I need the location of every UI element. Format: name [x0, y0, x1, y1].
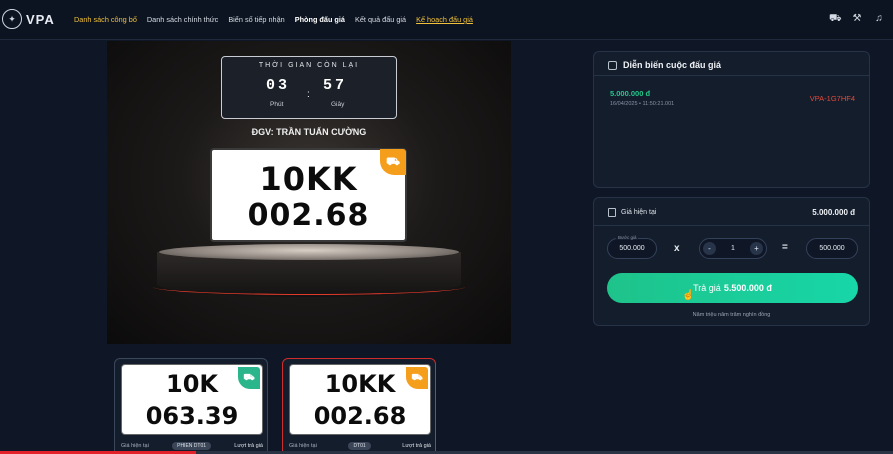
license-plate: 10K 063.39 ⛟ — [121, 364, 263, 435]
lot-card-active[interactable]: 10KK 002.68 ⛟ Giá hiện tại DT01 Lượt trả… — [282, 358, 436, 454]
plate-line1: 10KK — [259, 160, 358, 198]
history-time: 16/04/2025 • 11:50:21.001 — [610, 101, 675, 107]
car-icon: ⛟ — [238, 367, 260, 389]
logo[interactable]: ✦ VPA — [2, 9, 55, 29]
lot-card[interactable]: 10K 063.39 ⛟ Giá hiện tại PHIEN DT01 Lượ… — [114, 358, 268, 454]
lot-bids-link[interactable]: Lượt trả giá — [402, 443, 431, 449]
menu-auction-room[interactable]: Phòng đấu giá — [295, 15, 345, 24]
decrement-button[interactable]: - — [703, 242, 716, 255]
menu-official-list[interactable]: Danh sách chính thức — [147, 15, 218, 24]
divider — [594, 75, 869, 76]
truck-icon: ⛟ — [406, 367, 428, 389]
bell-icon[interactable]: ♫ — [873, 13, 885, 25]
bid-history-title: Diễn biến cuộc đấu giá — [623, 60, 722, 70]
logo-emblem-icon: ✦ — [2, 9, 22, 29]
plate-line2: 002.68 — [313, 402, 407, 430]
timer-title: THỜI GIAN CÒN LẠI — [258, 62, 360, 69]
timer-seconds: 57 — [323, 77, 348, 94]
lot-footer: Giá hiện tại PHIEN DT01 Lượt trả giá — [121, 442, 263, 450]
document-icon — [608, 208, 616, 217]
logo-text: VPA — [26, 11, 55, 27]
cart-icon[interactable]: ⛟ — [829, 13, 842, 25]
bid-step-label: Bước giá — [616, 235, 639, 240]
history-user: VPA-1G7HF4 — [809, 94, 855, 103]
truck-icon: ⛟ — [380, 149, 406, 175]
podium-glow — [153, 279, 465, 295]
bid-history-panel: Diễn biến cuộc đấu giá 5.000.000 đ 16/04… — [593, 51, 870, 188]
bid-step-field: 500.000 — [607, 238, 657, 259]
lot-price-label: Giá hiện tại — [289, 443, 317, 449]
equals-sign: = — [782, 242, 788, 253]
lot-price-label: Giá hiện tại — [121, 443, 149, 449]
current-price-label: Giá hiện tại — [621, 209, 657, 216]
history-price: 5.000.000 đ — [610, 89, 651, 98]
divider — [594, 225, 869, 226]
multiply-sign: x — [674, 243, 680, 254]
countdown-timer: THỜI GIAN CÒN LẠI 03 : 57 Phút Giây — [221, 56, 397, 119]
menu-auction-plan[interactable]: Kế hoạch đấu giá — [416, 15, 473, 24]
auctioneer-name: ĐGV: TRẦN TUẤN CƯỜNG — [251, 127, 367, 137]
menu-auction-results[interactable]: Kết quả đấu giá — [355, 15, 406, 24]
timer-separator: : — [307, 89, 310, 100]
license-plate: 10KK 002.68 ⛟ — [289, 364, 431, 435]
lot-footer: Giá hiện tại DT01 Lượt trả giá — [289, 442, 431, 450]
current-price-value: 5.000.000 đ — [812, 208, 855, 217]
bid-total-field: 500.000 — [806, 238, 858, 259]
gavel-icon[interactable]: ⚒ — [851, 13, 863, 25]
lot-bids-link[interactable]: Lượt trả giá — [234, 443, 263, 449]
chart-icon — [608, 61, 617, 70]
bid-panel: Giá hiện tại 5.000.000 đ 500.000 Bước gi… — [593, 197, 870, 326]
top-navbar: ✦ VPA Danh sách công bố Danh sách chính … — [0, 0, 893, 40]
place-bid-button[interactable]: Trả giá 5.500.000 đ — [607, 273, 858, 303]
podium-top — [159, 244, 459, 260]
menu-received-plates[interactable]: Biển số tiếp nhận — [228, 15, 284, 24]
menu-published-list[interactable]: Danh sách công bố — [74, 15, 137, 24]
timer-minutes-label: Phút — [270, 101, 284, 108]
hand-cursor-icon: ☝ — [682, 290, 695, 301]
increment-button[interactable]: + — [750, 242, 763, 255]
lot-session-tag: DT01 — [348, 442, 371, 450]
plate-line2: 063.39 — [145, 402, 239, 430]
nav-icons: ⛟ ⚒ ♫ — [829, 13, 885, 25]
auction-stage: THỜI GIAN CÒN LẠI 03 : 57 Phút Giây ĐGV:… — [107, 41, 511, 344]
lot-session-tag: PHIEN DT01 — [172, 442, 212, 450]
place-bid-amount: 5.500.000 đ — [723, 283, 772, 293]
quantity-value[interactable]: 1 — [731, 245, 735, 252]
place-bid-label: Trả giá — [693, 283, 721, 293]
license-plate-main: 10KK 002.68 ⛟ — [210, 148, 407, 242]
main-menu: Danh sách công bố Danh sách chính thức B… — [74, 15, 473, 24]
plate-line2: 002.68 — [247, 198, 370, 233]
timer-minutes: 03 — [266, 77, 291, 94]
bid-amount-words: Năm triệu năm trăm nghìn đồng — [692, 312, 771, 318]
timer-seconds-label: Giây — [331, 101, 345, 108]
quantity-stepper: - 1 + — [699, 238, 767, 259]
